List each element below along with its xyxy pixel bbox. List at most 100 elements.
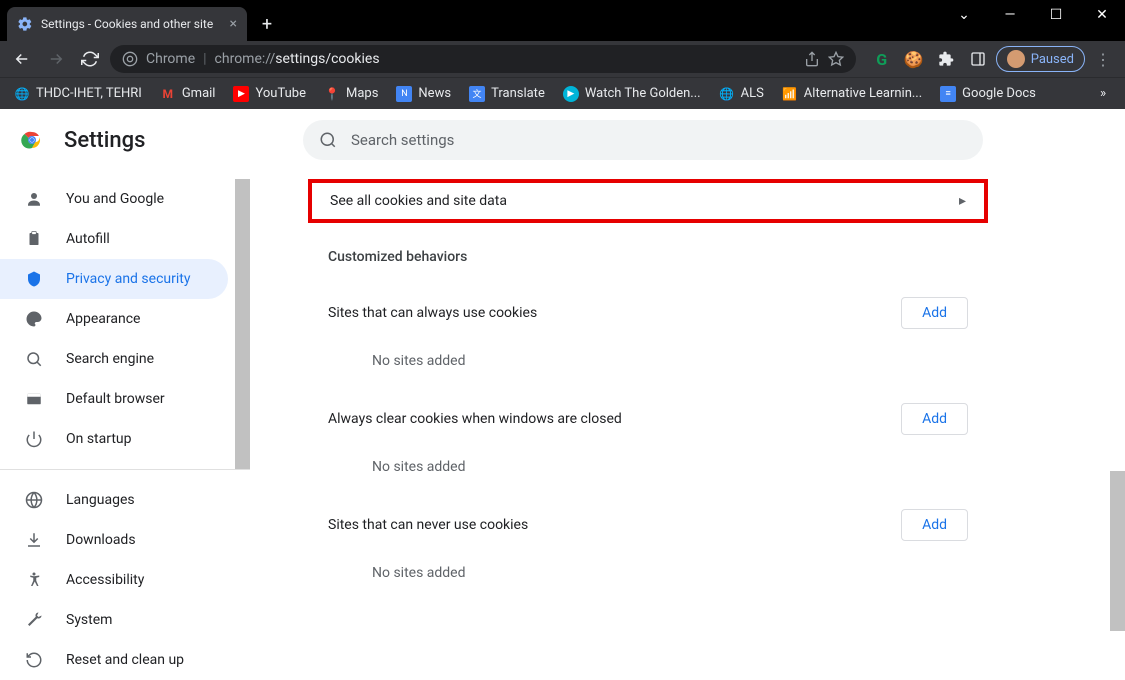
sidebar-item-downloads[interactable]: Downloads: [0, 520, 228, 560]
sidebar-divider: [0, 469, 250, 470]
accessibility-icon: [24, 571, 44, 589]
bookmark-star-icon[interactable]: [828, 51, 844, 67]
settings-header: Settings Search settings: [0, 109, 1125, 171]
translate-icon: 文: [469, 86, 485, 102]
wrench-icon: [24, 611, 44, 629]
gmail-icon: M: [160, 86, 176, 102]
signal-icon: 📶: [782, 86, 798, 102]
customized-behaviors-title: Customized behaviors: [308, 223, 988, 273]
chevron-down-icon[interactable]: ⌄: [941, 0, 987, 30]
empty-state-text: No sites added: [328, 435, 968, 485]
news-icon: N: [396, 86, 412, 102]
globe-icon: 🌐: [719, 86, 735, 102]
youtube-icon: ▶: [233, 86, 249, 102]
always-clear-cookies-section: Always clear cookies when windows are cl…: [308, 379, 988, 485]
browser-tab[interactable]: Settings - Cookies and other site ×: [7, 7, 247, 41]
browser-icon: [24, 390, 44, 408]
close-button[interactable]: ✕: [1079, 0, 1125, 30]
address-bar: Chrome | chrome://settings/cookies G 🍪 P…: [0, 41, 1125, 77]
search-icon: [24, 350, 44, 368]
bookmark-item[interactable]: ▶Watch The Golden...: [557, 81, 707, 107]
bookmark-item[interactable]: ≡Google Docs: [934, 81, 1042, 107]
gear-icon: [17, 16, 33, 32]
bookmark-item[interactable]: 🌐ALS: [713, 81, 770, 107]
extension-area: G 🍪 Paused ⋮: [862, 45, 1117, 73]
side-panel-icon[interactable]: [964, 45, 992, 73]
empty-state-text: No sites added: [328, 541, 968, 591]
close-tab-icon[interactable]: ×: [230, 16, 237, 32]
sidebar-item-accessibility[interactable]: Accessibility: [0, 560, 228, 600]
sidebar-item-on-startup[interactable]: On startup: [0, 419, 228, 459]
bookmark-item[interactable]: 📶Alternative Learnin...: [776, 81, 928, 107]
see-all-cookies-label: See all cookies and site data: [330, 193, 507, 209]
section-title: Sites that can always use cookies: [328, 305, 537, 321]
sidebar-item-search-engine[interactable]: Search engine: [0, 339, 228, 379]
settings-content: See all cookies and site data ▸ Customiz…: [250, 171, 1125, 661]
add-button[interactable]: Add: [901, 297, 968, 329]
bookmark-item[interactable]: NNews: [390, 81, 457, 107]
clipboard-icon: [24, 230, 44, 248]
search-icon: [319, 131, 337, 149]
search-placeholder: Search settings: [351, 131, 454, 149]
sites-always-use-cookies-section: Sites that can always use cookies Add No…: [308, 273, 988, 379]
extension-icon[interactable]: 🍪: [900, 45, 928, 73]
sidebar-item-privacy-and-security[interactable]: Privacy and security: [0, 259, 228, 299]
maps-icon: 📍: [324, 86, 340, 102]
browser-menu-icon[interactable]: ⋮: [1089, 45, 1117, 73]
profile-chip[interactable]: Paused: [996, 46, 1085, 72]
search-settings-input[interactable]: Search settings: [303, 120, 983, 160]
sidebar-item-autofill[interactable]: Autofill: [0, 219, 228, 259]
chrome-logo-icon: [20, 128, 44, 152]
window-titlebar: Settings - Cookies and other site × + ⌄ …: [0, 0, 1125, 41]
minimize-button[interactable]: —: [987, 0, 1033, 30]
chevron-right-icon: ▸: [959, 193, 966, 209]
new-tab-button[interactable]: +: [253, 10, 281, 38]
bookmark-item[interactable]: MGmail: [154, 81, 222, 107]
settings-sidebar: You and Google Autofill Privacy and secu…: [0, 171, 250, 661]
bookmarks-overflow-icon[interactable]: »: [1089, 80, 1117, 108]
profile-status: Paused: [1031, 52, 1074, 67]
sidebar-item-languages[interactable]: Languages: [0, 480, 228, 520]
sidebar-item-appearance[interactable]: Appearance: [0, 299, 228, 339]
sites-never-use-cookies-section: Sites that can never use cookies Add No …: [308, 485, 988, 591]
sidebar-item-default-browser[interactable]: Default browser: [0, 379, 228, 419]
reload-button[interactable]: [76, 45, 104, 73]
forward-button[interactable]: [42, 45, 70, 73]
docs-icon: ≡: [940, 86, 956, 102]
bookmark-item[interactable]: 📍Maps: [318, 81, 384, 107]
add-button[interactable]: Add: [901, 509, 968, 541]
back-button[interactable]: [8, 45, 36, 73]
extensions-puzzle-icon[interactable]: [932, 45, 960, 73]
omnibox-security-label: Chrome: [146, 51, 195, 67]
sidebar-item-you-and-google[interactable]: You and Google: [0, 179, 228, 219]
avatar: [1007, 50, 1025, 68]
sidebar-item-reset-and-clean-up[interactable]: Reset and clean up: [0, 640, 228, 680]
maximize-button[interactable]: ☐: [1033, 0, 1079, 30]
site-info-icon: [122, 51, 138, 67]
add-button[interactable]: Add: [901, 403, 968, 435]
extension-icon[interactable]: G: [868, 45, 896, 73]
person-icon: [24, 190, 44, 208]
see-all-cookies-row[interactable]: See all cookies and site data ▸: [308, 179, 988, 223]
play-icon: ▶: [563, 86, 579, 102]
globe-icon: [24, 491, 44, 509]
download-icon: [24, 531, 44, 549]
sidebar-scrollbar[interactable]: [235, 179, 250, 669]
bookmark-item[interactable]: 文Translate: [463, 81, 551, 107]
section-title: Sites that can never use cookies: [328, 517, 528, 533]
bookmark-item[interactable]: 🌐THDC-IHET, TEHRI: [8, 81, 148, 107]
content-scrollbar[interactable]: [1110, 171, 1125, 661]
window-controls: ⌄ — ☐ ✕: [941, 0, 1125, 30]
share-icon[interactable]: [804, 51, 820, 67]
bookmarks-bar: 🌐THDC-IHET, TEHRI MGmail ▶YouTube 📍Maps …: [0, 77, 1125, 109]
sidebar-item-system[interactable]: System: [0, 600, 228, 640]
omnibox[interactable]: Chrome | chrome://settings/cookies: [110, 45, 856, 73]
bookmark-item[interactable]: ▶YouTube: [227, 81, 312, 107]
globe-icon: 🌐: [14, 86, 30, 102]
page-title: Settings: [64, 128, 145, 153]
tab-title: Settings - Cookies and other site: [41, 17, 222, 31]
empty-state-text: No sites added: [328, 329, 968, 379]
palette-icon: [24, 310, 44, 328]
restore-icon: [24, 651, 44, 669]
section-title: Always clear cookies when windows are cl…: [328, 411, 622, 427]
